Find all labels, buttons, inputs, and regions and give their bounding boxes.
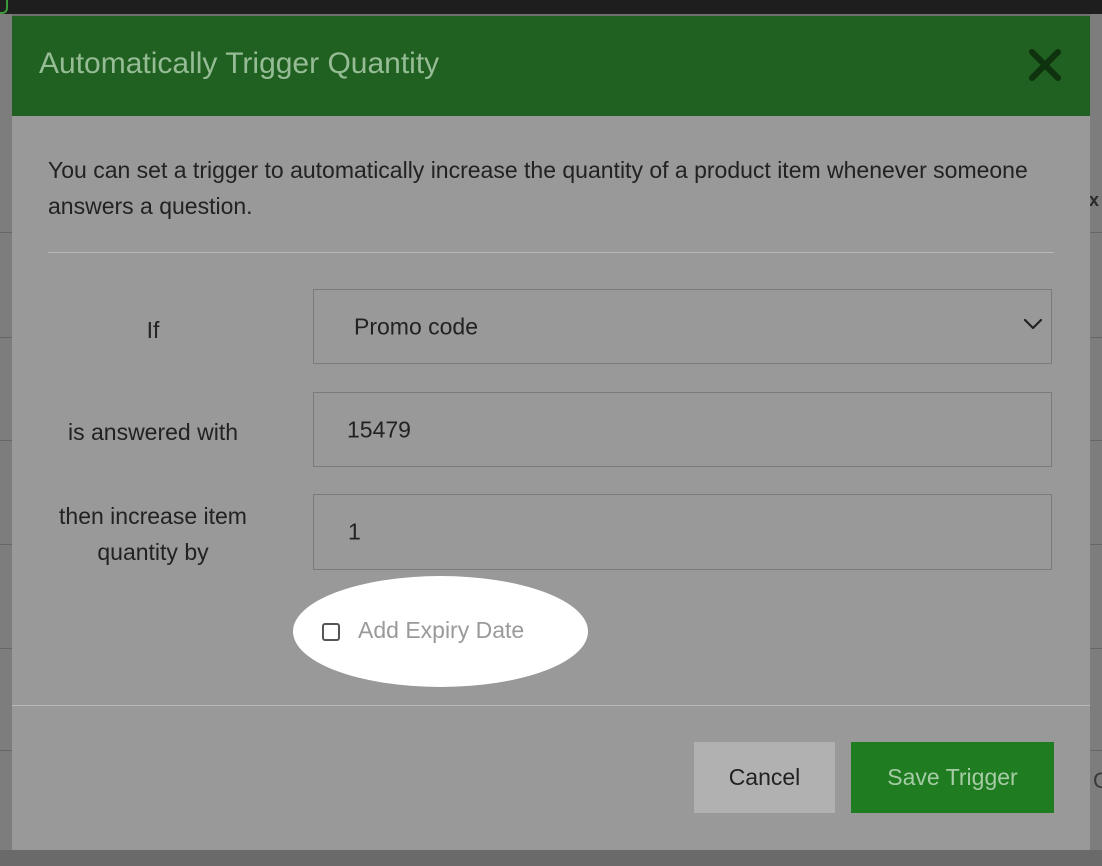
- trigger-quantity-modal: Automatically Trigger Quantity You can s…: [12, 16, 1090, 850]
- page-divider: [0, 337, 12, 338]
- expiry-date-label[interactable]: Add Expiry Date: [358, 617, 524, 644]
- background-close-icon: x: [1089, 190, 1100, 210]
- cancel-button[interactable]: Cancel: [694, 742, 835, 813]
- answer-input[interactable]: 15479: [313, 392, 1052, 467]
- page-top-bar: [0, 0, 1102, 14]
- close-button[interactable]: [1026, 46, 1064, 84]
- answer-input-value: 15479: [347, 416, 411, 442]
- increase-quantity-label: then increase item quantity by: [59, 503, 247, 565]
- page-divider: [1090, 232, 1102, 233]
- close-icon: [1029, 49, 1061, 81]
- page-background-bottom: [0, 850, 1102, 866]
- page-divider: [0, 544, 12, 545]
- if-label: If: [146, 317, 160, 343]
- save-trigger-button[interactable]: Save Trigger: [851, 742, 1054, 813]
- background-text-fragment: C: [1093, 768, 1102, 793]
- page-divider: [1090, 750, 1102, 751]
- footer-divider: [12, 705, 1090, 706]
- chevron-down-icon: [1023, 318, 1043, 330]
- quantity-input[interactable]: 1: [313, 494, 1052, 570]
- quantity-input-value: 1: [348, 518, 361, 545]
- page-divider: [1090, 337, 1102, 338]
- page-divider: [0, 648, 12, 649]
- question-select[interactable]: Promo code: [313, 289, 1052, 364]
- modal-title: Automatically Trigger Quantity: [39, 47, 440, 80]
- page-divider: [0, 440, 12, 441]
- modal-description: You can set a trigger to automatically i…: [48, 157, 1028, 219]
- question-select-value: Promo code: [354, 313, 479, 339]
- page-divider: [1090, 544, 1102, 545]
- modal-header: Automatically Trigger Quantity: [12, 16, 1090, 116]
- page-divider: [1090, 648, 1102, 649]
- page-divider: [0, 232, 12, 233]
- answered-with-label: is answered with: [67, 419, 239, 445]
- content-divider: [48, 252, 1054, 253]
- page-divider: [0, 750, 12, 751]
- page-divider: [1090, 440, 1102, 441]
- expiry-date-checkbox[interactable]: [322, 623, 340, 641]
